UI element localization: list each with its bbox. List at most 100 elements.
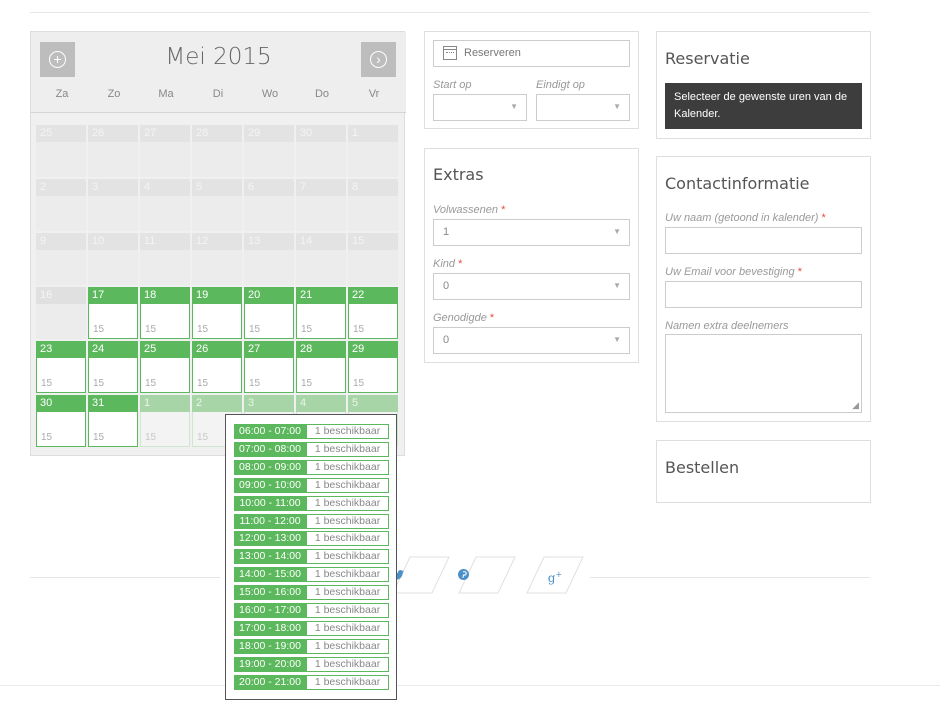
available-slots-count: 15 [145, 324, 157, 335]
extra-participants-textarea[interactable]: ◢ [665, 334, 862, 413]
day-body: 15 [88, 358, 138, 393]
timeslot-row[interactable]: 12:00 - 13:00 1 beschikbaar [234, 531, 389, 547]
order-panel[interactable]: Bestellen [656, 440, 871, 503]
chevron-down-icon: ▼ [613, 280, 621, 290]
calendar-day-cell: 9 [36, 233, 86, 285]
day-body [296, 250, 346, 285]
day-number: 4 [140, 179, 190, 196]
calendar-day-cell[interactable]: 17 15 [88, 287, 138, 339]
child-select[interactable]: 0 ▼ [433, 273, 630, 300]
timeslot-time: 13:00 - 14:00 [234, 549, 306, 565]
timeslot-row[interactable]: 09:00 - 10:00 1 beschikbaar [234, 477, 389, 493]
calendar-day-cell[interactable]: 18 15 [140, 287, 190, 339]
timeslot-availability: 1 beschikbaar [306, 620, 389, 636]
footer-divider-right [590, 577, 870, 578]
day-number: 14 [296, 233, 346, 250]
calendar-day-cell[interactable]: 1 15 [140, 395, 190, 447]
day-body: 15 [88, 412, 138, 447]
start-select[interactable]: ▼ [433, 94, 527, 121]
day-body [140, 142, 190, 177]
calendar-day-cell[interactable]: 20 15 [244, 287, 294, 339]
timeslot-availability: 1 beschikbaar [306, 424, 389, 439]
timeslot-row[interactable]: 10:00 - 11:00 1 beschikbaar [234, 495, 389, 511]
twitter-share-button[interactable] [392, 556, 450, 594]
guest-value: 0 [443, 333, 450, 346]
calendar-day-cell: 10 [88, 233, 138, 285]
timeslot-row[interactable]: 08:00 - 09:00 1 beschikbaar [234, 459, 389, 475]
timeslot-time: 06:00 - 07:00 [234, 424, 306, 439]
weekday-label: Di [212, 88, 224, 100]
guest-select[interactable]: 0 ▼ [433, 327, 630, 354]
reserve-field[interactable]: Reserveren [433, 40, 630, 67]
calendar-day-cell[interactable]: 29 15 [348, 341, 398, 393]
calendar-day-cell[interactable]: 24 15 [88, 341, 138, 393]
timeslot-time: 08:00 - 09:00 [234, 459, 306, 475]
timeslot-availability: 1 beschikbaar [306, 656, 389, 672]
calendar-day-cell[interactable]: 22 15 [348, 287, 398, 339]
calendar-day-cell[interactable]: 21 15 [296, 287, 346, 339]
day-body: 15 [296, 304, 346, 339]
day-number: 11 [140, 233, 190, 250]
day-number: 27 [140, 125, 190, 142]
day-body [192, 142, 242, 177]
timeslot-row[interactable]: 19:00 - 20:00 1 beschikbaar [234, 656, 389, 672]
day-body: 15 [348, 358, 398, 393]
day-number: 3 [244, 395, 294, 412]
calendar-day-cell[interactable]: 28 15 [296, 341, 346, 393]
timeslot-availability: 1 beschikbaar [306, 549, 389, 565]
available-slots-count: 15 [353, 324, 365, 335]
child-label: Kind * [433, 258, 463, 270]
timeslot-row[interactable]: 18:00 - 19:00 1 beschikbaar [234, 638, 389, 654]
reserve-placeholder: Reserveren [464, 47, 521, 59]
timeslot-row[interactable]: 16:00 - 17:00 1 beschikbaar [234, 603, 389, 618]
footer-divider-left [30, 577, 220, 578]
order-title: Bestellen [665, 458, 740, 477]
day-body: 15 [36, 358, 86, 393]
day-number: 20 [244, 287, 294, 304]
pinterest-share-button[interactable] [458, 556, 516, 594]
timeslot-time: 20:00 - 21:00 [234, 674, 306, 690]
timeslot-availability: 1 beschikbaar [306, 441, 389, 457]
day-number: 5 [192, 179, 242, 196]
timeslot-time: 14:00 - 15:00 [234, 567, 306, 583]
email-input[interactable] [665, 281, 862, 308]
day-body [88, 142, 138, 177]
calendar-day-cell[interactable]: 19 15 [192, 287, 242, 339]
weekday-label: Vr [368, 88, 380, 100]
calendar-day-cell[interactable]: 30 15 [36, 395, 86, 447]
timeslot-time: 16:00 - 17:00 [234, 603, 306, 618]
available-slots-count: 15 [197, 324, 209, 335]
timeslot-row[interactable]: 07:00 - 08:00 1 beschikbaar [234, 441, 389, 457]
timeslot-row[interactable]: 20:00 - 21:00 1 beschikbaar [234, 674, 389, 690]
timeslot-row[interactable]: 06:00 - 07:00 1 beschikbaar [234, 424, 389, 439]
timeslot-availability: 1 beschikbaar [306, 477, 389, 493]
day-number: 30 [296, 125, 346, 142]
timeslot-row[interactable]: 17:00 - 18:00 1 beschikbaar [234, 620, 389, 636]
month-title: Mei 2015 [165, 44, 272, 70]
next-month-button[interactable]: › [361, 42, 396, 77]
adults-label: Volwassenen * [433, 204, 506, 216]
name-input[interactable] [665, 227, 862, 254]
calendar-day-cell[interactable]: 25 15 [140, 341, 190, 393]
timeslot-time: 07:00 - 08:00 [234, 441, 306, 457]
timeslot-row[interactable]: 15:00 - 16:00 1 beschikbaar [234, 585, 389, 601]
calendar-day-cell[interactable]: 26 15 [192, 341, 242, 393]
timeslot-row[interactable]: 11:00 - 12:00 1 beschikbaar [234, 513, 389, 529]
timeslot-row[interactable]: 13:00 - 14:00 1 beschikbaar [234, 549, 389, 565]
resize-handle-icon[interactable]: ◢ [852, 400, 859, 411]
timeslot-row[interactable]: 14:00 - 15:00 1 beschikbaar [234, 567, 389, 583]
adults-select[interactable]: 1 ▼ [433, 219, 630, 246]
start-label: Start op [433, 79, 472, 91]
day-body: 15 [88, 304, 138, 339]
day-body [88, 250, 138, 285]
calendar-day-cell[interactable]: 27 15 [244, 341, 294, 393]
calendar-day-cell[interactable]: 23 15 [36, 341, 86, 393]
day-body [192, 196, 242, 231]
calendar-day-cell: 8 [348, 179, 398, 231]
timeslot-time: 10:00 - 11:00 [234, 495, 306, 511]
end-select[interactable]: ▼ [536, 94, 630, 121]
weekday-label: Zo [107, 88, 121, 100]
calendar-day-cell[interactable]: 31 15 [88, 395, 138, 447]
day-number: 22 [348, 287, 398, 304]
google-plus-share-button[interactable]: g+ [526, 556, 584, 594]
